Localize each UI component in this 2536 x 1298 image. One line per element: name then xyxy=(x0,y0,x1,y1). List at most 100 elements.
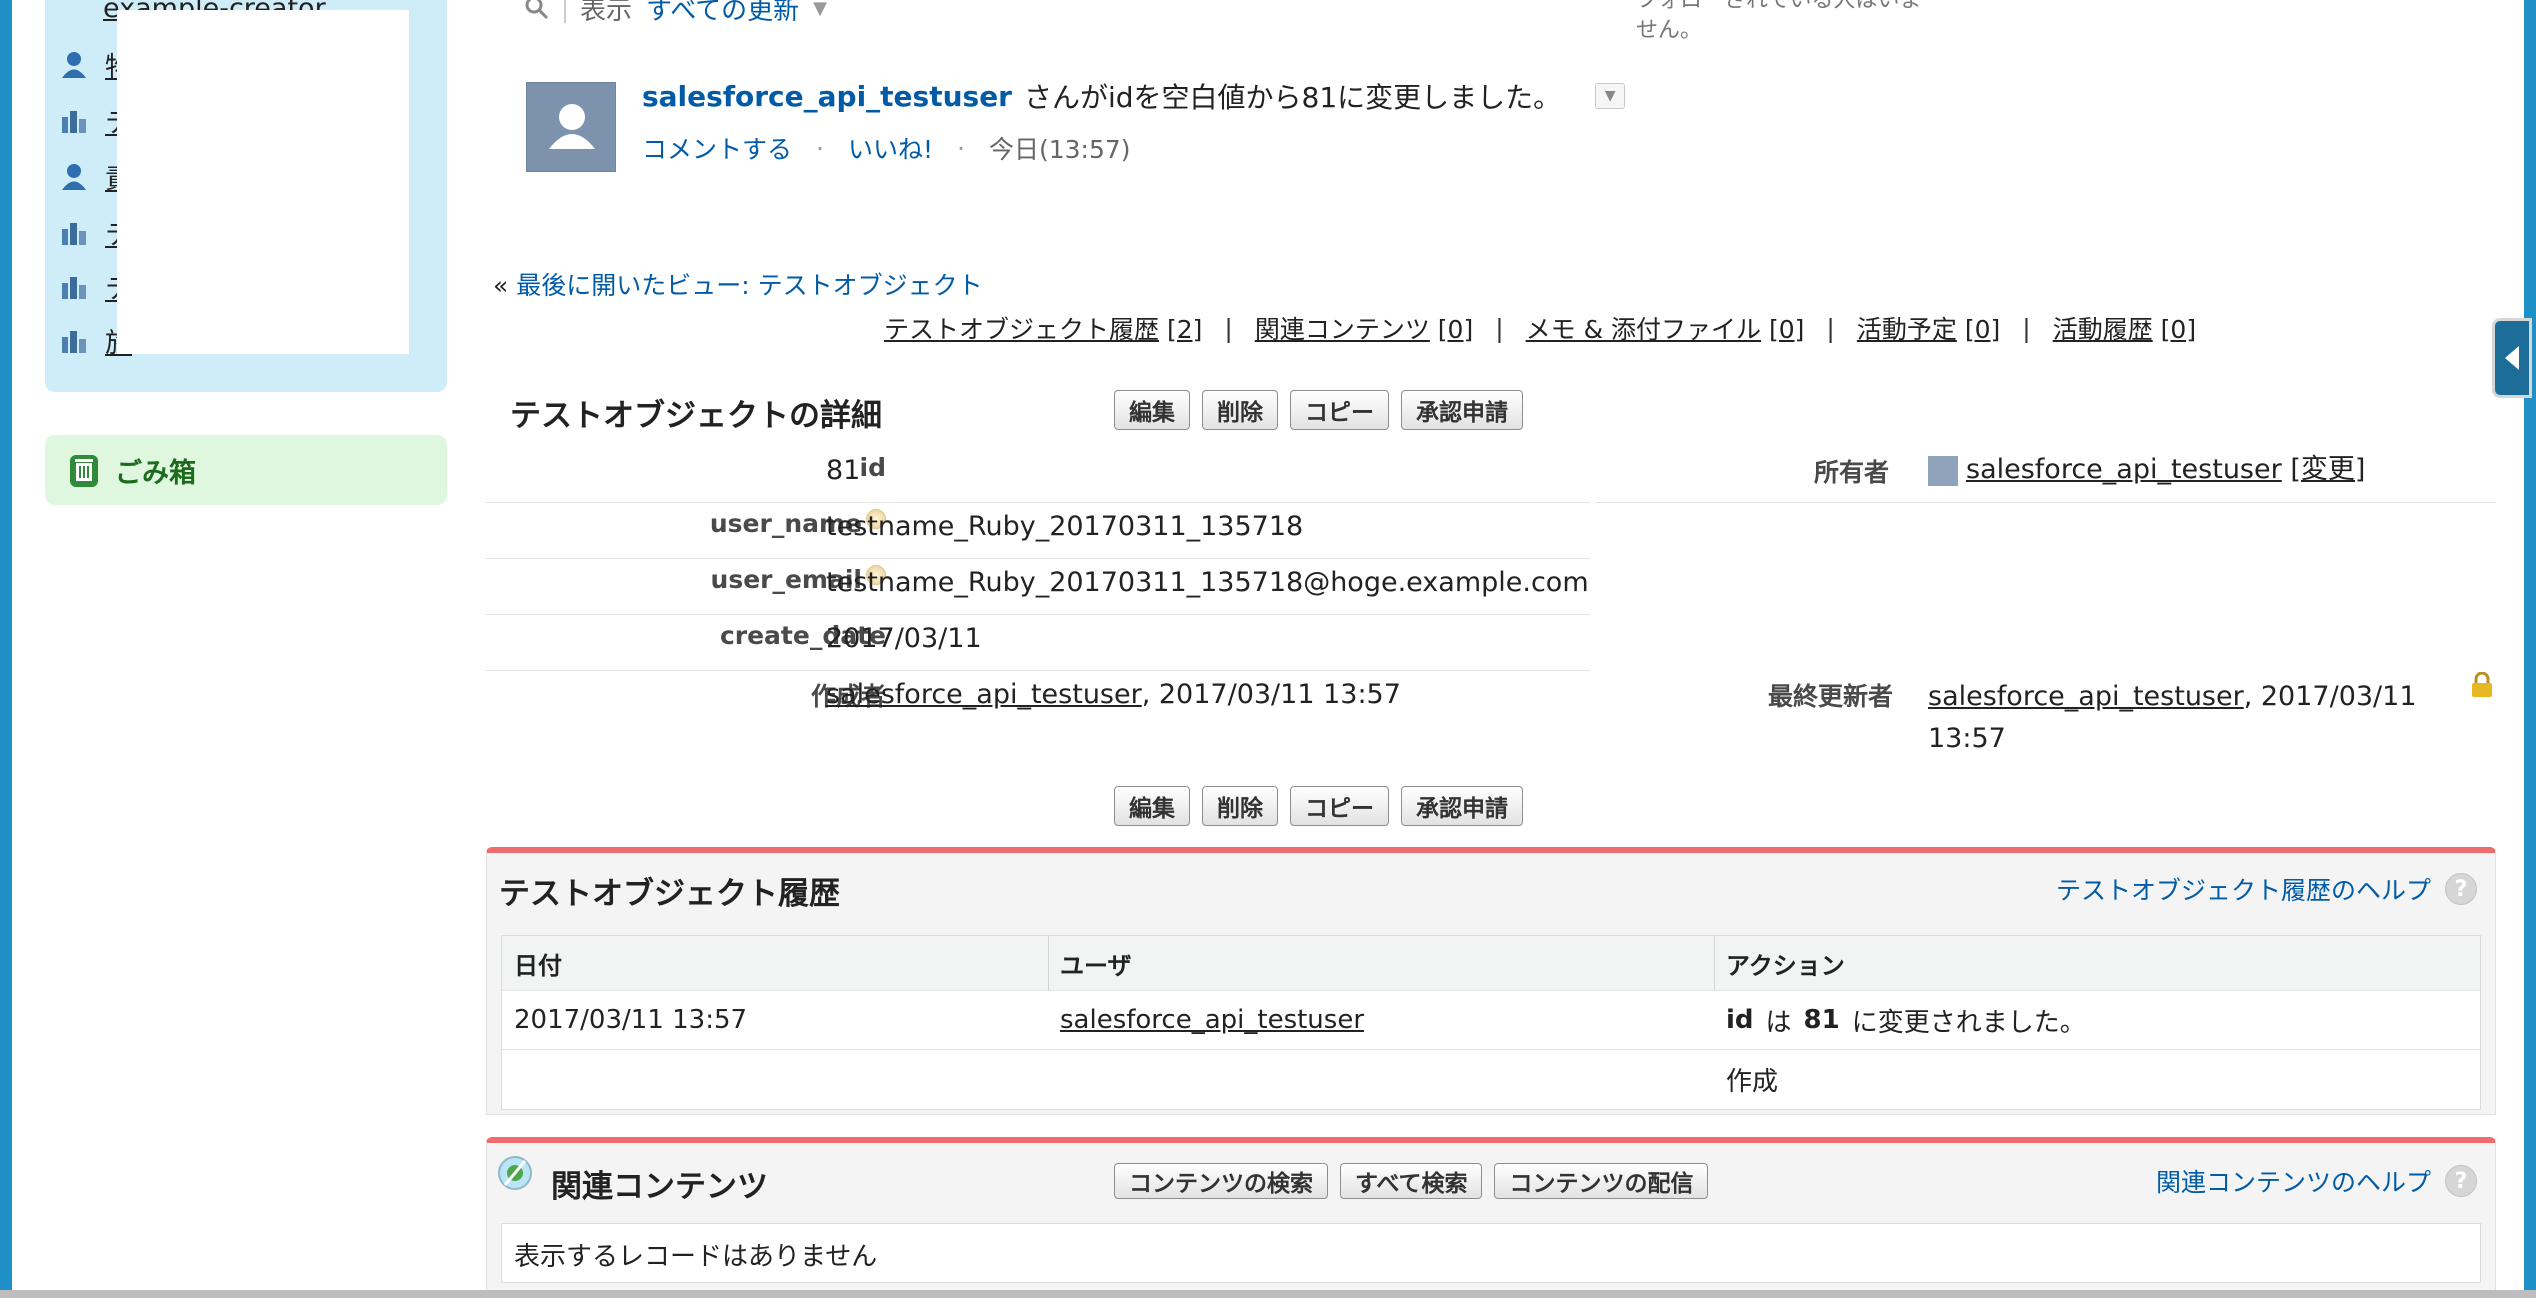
divider xyxy=(564,0,566,23)
like-link[interactable]: いいね! xyxy=(848,130,933,166)
window-frame-bottom xyxy=(0,1290,2536,1298)
history-date: 2017/03/11 13:57 xyxy=(514,1005,748,1035)
related-link-open-activities[interactable]: 活動予定 [0] xyxy=(1857,310,2000,346)
help-question-icon[interactable]: ? xyxy=(2445,1165,2477,1197)
history-action: id は 81 に変更されました。 xyxy=(1714,991,2086,1049)
field-value-id: 81 xyxy=(826,455,861,486)
building-icon xyxy=(62,223,86,245)
related-content-help: 関連コンテンツのヘルプ ? xyxy=(2156,1163,2477,1199)
history-field: id xyxy=(1726,1005,1754,1035)
field-row-user-name: user_name testname_Ruby_20170311_135718 xyxy=(485,503,1590,559)
delete-button[interactable]: 削除 xyxy=(1202,390,1278,430)
related-link-activity-history[interactable]: 活動履歴 [0] xyxy=(2053,310,2196,346)
sidebar-recent-items: example-creator 物 テ 責 テ テ 施 xyxy=(45,0,447,392)
history-user-link[interactable]: salesforce_api_testuser xyxy=(1060,1005,1364,1035)
column-header-date: 日付 xyxy=(514,951,562,980)
separator-dot: · xyxy=(957,133,965,163)
history-help-link[interactable]: テストオブジェクト履歴のヘルプ xyxy=(2056,871,2431,907)
submit-approval-button[interactable]: 承認申請 xyxy=(1401,390,1523,430)
empty-message: 表示するレコードはありません xyxy=(514,1241,878,1272)
delete-button[interactable]: 削除 xyxy=(1202,786,1278,826)
field-label-id: id xyxy=(859,453,886,482)
search-content-button[interactable]: コンテンツの検索 xyxy=(1114,1163,1328,1199)
chevron-left-icon xyxy=(2505,346,2519,370)
divider: | xyxy=(1495,313,1504,343)
search-all-button[interactable]: すべて検索 xyxy=(1340,1163,1483,1199)
feed-timestamp: 今日(13:57) xyxy=(988,135,1131,164)
related-link-notes[interactable]: メモ & 添付ファイル [0] xyxy=(1526,310,1805,346)
search-icon[interactable] xyxy=(524,0,550,21)
follow-note: フォローされている人はいません。 xyxy=(1636,0,1922,43)
filter-select[interactable]: すべての更新 xyxy=(646,0,799,27)
related-content-toolbar: コンテンツの検索 すべて検索 コンテンツの配信 xyxy=(1114,1163,1709,1199)
detail-toolbar-bottom: 編集 削除 コピー 承認申請 xyxy=(1114,786,1523,826)
feed-item-text: salesforce_api_testuser さんがidを空白値から81に変更… xyxy=(642,74,1626,118)
avatar[interactable] xyxy=(526,82,616,172)
related-link-label: 活動履歴 xyxy=(2052,315,2153,344)
copy-button[interactable]: コピー xyxy=(1290,390,1389,430)
window-frame-left xyxy=(0,0,12,1298)
related-link-label: メモ & 添付ファイル xyxy=(1525,315,1762,344)
history-title: テストオブジェクト履歴 xyxy=(499,876,840,912)
related-link-count: [0] xyxy=(2160,315,2197,344)
building-icon xyxy=(62,111,86,133)
field-value-user-email: testname_Ruby_20170311_135718@hoge.examp… xyxy=(826,567,1589,598)
content-icon xyxy=(498,1156,532,1190)
history-action: 作成 xyxy=(1726,1067,1779,1097)
change-owner-link[interactable]: [変更] xyxy=(2290,454,2365,485)
related-link-history[interactable]: テストオブジェクト履歴 [2] xyxy=(884,310,1202,346)
user-silhouette-icon xyxy=(549,104,595,149)
field-label-last-modified-by: 最終更新者 xyxy=(1768,682,1894,711)
divider: | xyxy=(1826,313,1835,343)
detail-section-title: テストオブジェクトの詳細 xyxy=(510,398,882,434)
related-link-count: [0] xyxy=(1769,315,1805,344)
field-value-owner: salesforce_api_testuser [変更] xyxy=(1928,449,2365,491)
divider: | xyxy=(1224,313,1233,343)
related-link-label: 関連コンテンツ xyxy=(1254,315,1430,344)
back-arrow: « xyxy=(493,271,509,300)
sidebar-collapse-handle[interactable] xyxy=(2492,318,2532,398)
table-row: 2017/03/11 13:57 salesforce_api_testuser… xyxy=(502,991,2480,1050)
copy-button[interactable]: コピー xyxy=(1290,786,1389,826)
comment-link[interactable]: コメントする xyxy=(642,130,792,166)
column-header-user: ユーザ xyxy=(1060,951,1132,980)
owner-user-link[interactable]: salesforce_api_testuser xyxy=(1966,454,2282,485)
related-content-title: 関連コンテンツ xyxy=(551,1169,768,1205)
chevron-down-icon[interactable]: ▼ xyxy=(813,0,827,19)
created-by-user-link[interactable]: salesforce_api_testuser xyxy=(826,679,1142,710)
feed-user-link[interactable]: salesforce_api_testuser xyxy=(642,80,1012,113)
deliver-content-button[interactable]: コンテンツの配信 xyxy=(1494,1163,1709,1199)
feed-menu-chevron-icon[interactable]: ▼ xyxy=(1595,83,1626,109)
edit-button[interactable]: 編集 xyxy=(1114,390,1190,430)
help-question-icon[interactable]: ? xyxy=(2445,873,2477,905)
related-content-help-link[interactable]: 関連コンテンツのヘルプ xyxy=(2156,1163,2431,1199)
column-header-action: アクション xyxy=(1726,951,1845,980)
recycle-bin-link[interactable]: ごみ箱 xyxy=(45,435,447,505)
history-tail: に変更されました。 xyxy=(1851,1007,2086,1038)
related-content-table: 表示するレコードはありません xyxy=(501,1223,2481,1283)
building-icon xyxy=(62,277,86,299)
history-related-list: テストオブジェクト履歴 テストオブジェクト履歴のヘルプ ? 日付 ユーザ アクシ… xyxy=(486,847,2496,1115)
history-user: salesforce_api_testuser xyxy=(1048,991,1364,1049)
submit-approval-button[interactable]: 承認申請 xyxy=(1401,786,1523,826)
field-row-created-by: 作成者 salesforce_api_testuser, 2017/03/11 … xyxy=(485,671,1590,733)
related-link-content[interactable]: 関連コンテンツ [0] xyxy=(1255,310,1473,346)
related-link-label: 活動予定 xyxy=(1856,315,1957,344)
field-row-owner: 所有者 salesforce_api_testuser [変更] xyxy=(1596,445,2496,503)
edit-button[interactable]: 編集 xyxy=(1114,786,1190,826)
history-value: 81 xyxy=(1803,1005,1840,1035)
table-header-row: 日付 ユーザ アクション xyxy=(502,936,2480,991)
related-list-links: テストオブジェクト履歴 [2] | 関連コンテンツ [0] | メモ & 添付フ… xyxy=(884,310,2196,346)
separator-dot: · xyxy=(816,133,824,163)
table-row: 作成 xyxy=(502,1050,2480,1109)
lock-icon xyxy=(2472,672,2492,697)
history-help: テストオブジェクト履歴のヘルプ ? xyxy=(2056,871,2477,907)
feed-message: さんがidを空白値から81に変更しました。 xyxy=(1024,81,1562,114)
redaction-box xyxy=(117,10,409,354)
modified-by-user-link[interactable]: salesforce_api_testuser xyxy=(1928,681,2244,712)
history-table: 日付 ユーザ アクション 2017/03/11 13:57 salesforce… xyxy=(501,935,2481,1110)
back-link[interactable]: 最後に開いたビュー: テストオブジェクト xyxy=(516,271,982,300)
related-link-label: テストオブジェクト履歴 xyxy=(884,315,1160,344)
back-to-list-view: « 最後に開いたビュー: テストオブジェクト xyxy=(493,266,983,302)
field-value-last-modified-by: salesforce_api_testuser, 2017/03/11 13:5… xyxy=(1928,676,2448,760)
